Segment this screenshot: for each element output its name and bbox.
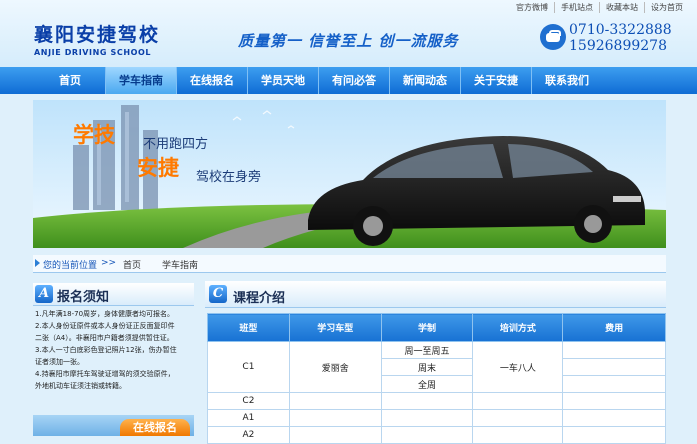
course-panel-title: 课程介绍 bbox=[233, 291, 286, 306]
breadcrumb-home-link[interactable]: 首页 bbox=[123, 258, 141, 271]
mobile-number: 15926899278 bbox=[569, 38, 667, 54]
breadcrumb-separator: >> bbox=[101, 258, 117, 268]
banner-word-1: 学技 bbox=[73, 123, 115, 147]
fee-cell bbox=[562, 341, 666, 359]
online-signup-button[interactable]: 在线报名 bbox=[120, 419, 190, 436]
arrow-icon bbox=[35, 259, 40, 267]
method-cell bbox=[472, 392, 564, 410]
term-cell: 周一至周五 bbox=[380, 341, 474, 359]
logo-subtext: ANJIE DRIVING SCHOOL bbox=[34, 48, 152, 57]
term-cell: 周末 bbox=[380, 358, 474, 376]
weibo-link[interactable]: 官方微博 bbox=[510, 2, 554, 13]
car-cell: 爱丽舍 bbox=[288, 341, 382, 393]
breadcrumb-current: 学车指南 bbox=[162, 261, 199, 271]
nav-bar: 首页 学车指南 在线报名 学员天地 有问必答 新闻动态 关于安捷 联系我们 bbox=[35, 67, 665, 94]
breadcrumb-label: 您的当前位置 bbox=[43, 261, 98, 271]
course-panel-header: C 课程介绍 bbox=[205, 281, 666, 308]
notice-panel: A 报名须知 1.凡年满18-70周岁，身体健康者均可报名。 2.本人身份证原件… bbox=[33, 283, 194, 436]
column-header: 学习车型 bbox=[288, 313, 382, 342]
method-cell bbox=[472, 426, 564, 444]
breadcrumb: 您的当前位置 >> 首页 学车指南 bbox=[33, 255, 666, 273]
slogan: 质量第一 信誉至上 创一流服务 bbox=[238, 32, 459, 50]
table-row: C1 爱丽舍 周一至周五 一车八人 bbox=[207, 341, 666, 393]
letter-c-icon: C bbox=[209, 285, 227, 303]
fee-cell bbox=[562, 358, 666, 376]
notice-line: 2.本人身份证原件或本人身份证正反面复印件 bbox=[35, 322, 175, 330]
banner-text-2: 驾校在身旁 bbox=[196, 170, 262, 185]
notice-line: 3.本人一寸白底彩色登记照片12张，伤办暂住 bbox=[35, 346, 177, 354]
nav-item-contact[interactable]: 联系我们 bbox=[532, 67, 602, 94]
class-cell: A1 bbox=[207, 409, 290, 427]
logo[interactable]: 襄阳安捷驾校 ANJIE DRIVING SCHOOL bbox=[34, 20, 184, 60]
notice-line: 1.凡年满18-70周岁，身体健康者均可报名。 bbox=[35, 310, 175, 318]
banner-image bbox=[33, 100, 666, 248]
method-cell: 一车八人 bbox=[472, 341, 564, 393]
class-cell: C2 bbox=[207, 392, 290, 410]
column-header: 费用 bbox=[562, 313, 666, 342]
phone-numbers: 0710-3322888 15926899278 bbox=[569, 22, 672, 54]
phone-icon bbox=[540, 24, 566, 50]
fee-cell bbox=[562, 426, 666, 444]
course-panel: C 课程介绍 班型 学习车型 学制 培训方式 费用 C1 爱丽舍 周一至周五 一… bbox=[205, 281, 666, 444]
term-cell bbox=[380, 409, 474, 427]
class-cell: A2 bbox=[207, 426, 290, 444]
term-cell bbox=[380, 426, 474, 444]
fee-cell bbox=[562, 375, 666, 393]
page: 官方微博 手机站点 收藏本站 设为首页 襄阳安捷驾校 ANJIE DRIVING… bbox=[0, 0, 697, 444]
top-links: 官方微博 手机站点 收藏本站 设为首页 bbox=[510, 2, 689, 13]
nav-item-students[interactable]: 学员天地 bbox=[248, 67, 318, 94]
column-header: 学制 bbox=[380, 313, 474, 342]
mobile-site-link[interactable]: 手机站点 bbox=[554, 2, 599, 13]
nav-item-about[interactable]: 关于安捷 bbox=[461, 67, 531, 94]
course-table: 班型 学习车型 学制 培训方式 费用 C1 爱丽舍 周一至周五 一车八人 周末 bbox=[207, 313, 666, 444]
letter-a-icon: A bbox=[35, 285, 53, 303]
column-header: 班型 bbox=[207, 313, 290, 342]
term-cell bbox=[380, 392, 474, 410]
fee-cell bbox=[562, 409, 666, 427]
notice-line: 外地机动车证须注销或转籍。 bbox=[35, 382, 126, 390]
banner: 学技 不用跑四方 安捷 驾校在身旁 bbox=[33, 100, 666, 248]
column-header: 培训方式 bbox=[472, 313, 564, 342]
table-row: C2 bbox=[207, 392, 666, 410]
notice-panel-title: 报名须知 bbox=[57, 290, 110, 305]
table-row: A2 bbox=[207, 426, 666, 444]
class-cell: C1 bbox=[207, 341, 290, 393]
nav-item-home[interactable]: 首页 bbox=[35, 67, 105, 94]
table-row: A1 bbox=[207, 409, 666, 427]
logo-text: 襄阳安捷驾校 bbox=[34, 24, 161, 46]
notice-line: 二张（A4）。非襄阳市户籍者须提供暂住证。 bbox=[35, 334, 174, 342]
bookmark-link[interactable]: 收藏本站 bbox=[599, 2, 644, 13]
nav-item-guide[interactable]: 学车指南 bbox=[106, 67, 176, 94]
notice-panel-header: A 报名须知 bbox=[33, 283, 194, 306]
car-cell bbox=[288, 392, 382, 410]
table-header-row: 班型 学习车型 学制 培训方式 费用 bbox=[207, 313, 666, 342]
method-cell bbox=[472, 409, 564, 427]
banner-word-2: 安捷 bbox=[137, 156, 179, 180]
notice-line: 4.持襄阳市摩托车驾驶证增驾的须交验原件， bbox=[35, 370, 175, 378]
car-cell bbox=[288, 426, 382, 444]
fee-cell bbox=[562, 392, 666, 410]
main-nav: 首页 学车指南 在线报名 学员天地 有问必答 新闻动态 关于安捷 联系我们 bbox=[0, 67, 697, 94]
notice-line: 证者须加一张。 bbox=[35, 358, 84, 366]
set-homepage-link[interactable]: 设为首页 bbox=[644, 2, 689, 13]
nav-item-faq[interactable]: 有问必答 bbox=[319, 67, 389, 94]
car-cell bbox=[288, 409, 382, 427]
term-cell: 全周 bbox=[380, 375, 474, 393]
banner-text-1: 不用跑四方 bbox=[143, 137, 209, 152]
header: 官方微博 手机站点 收藏本站 设为首页 襄阳安捷驾校 ANJIE DRIVING… bbox=[0, 0, 697, 67]
nav-item-news[interactable]: 新闻动态 bbox=[390, 67, 460, 94]
notice-text: 1.凡年满18-70周岁，身体健康者均可报名。 2.本人身份证原件或本人身份证正… bbox=[35, 308, 193, 392]
nav-item-signup[interactable]: 在线报名 bbox=[177, 67, 247, 94]
online-signup-banner: 在线报名 bbox=[33, 415, 194, 436]
phone-number: 0710-3322888 bbox=[569, 22, 672, 38]
